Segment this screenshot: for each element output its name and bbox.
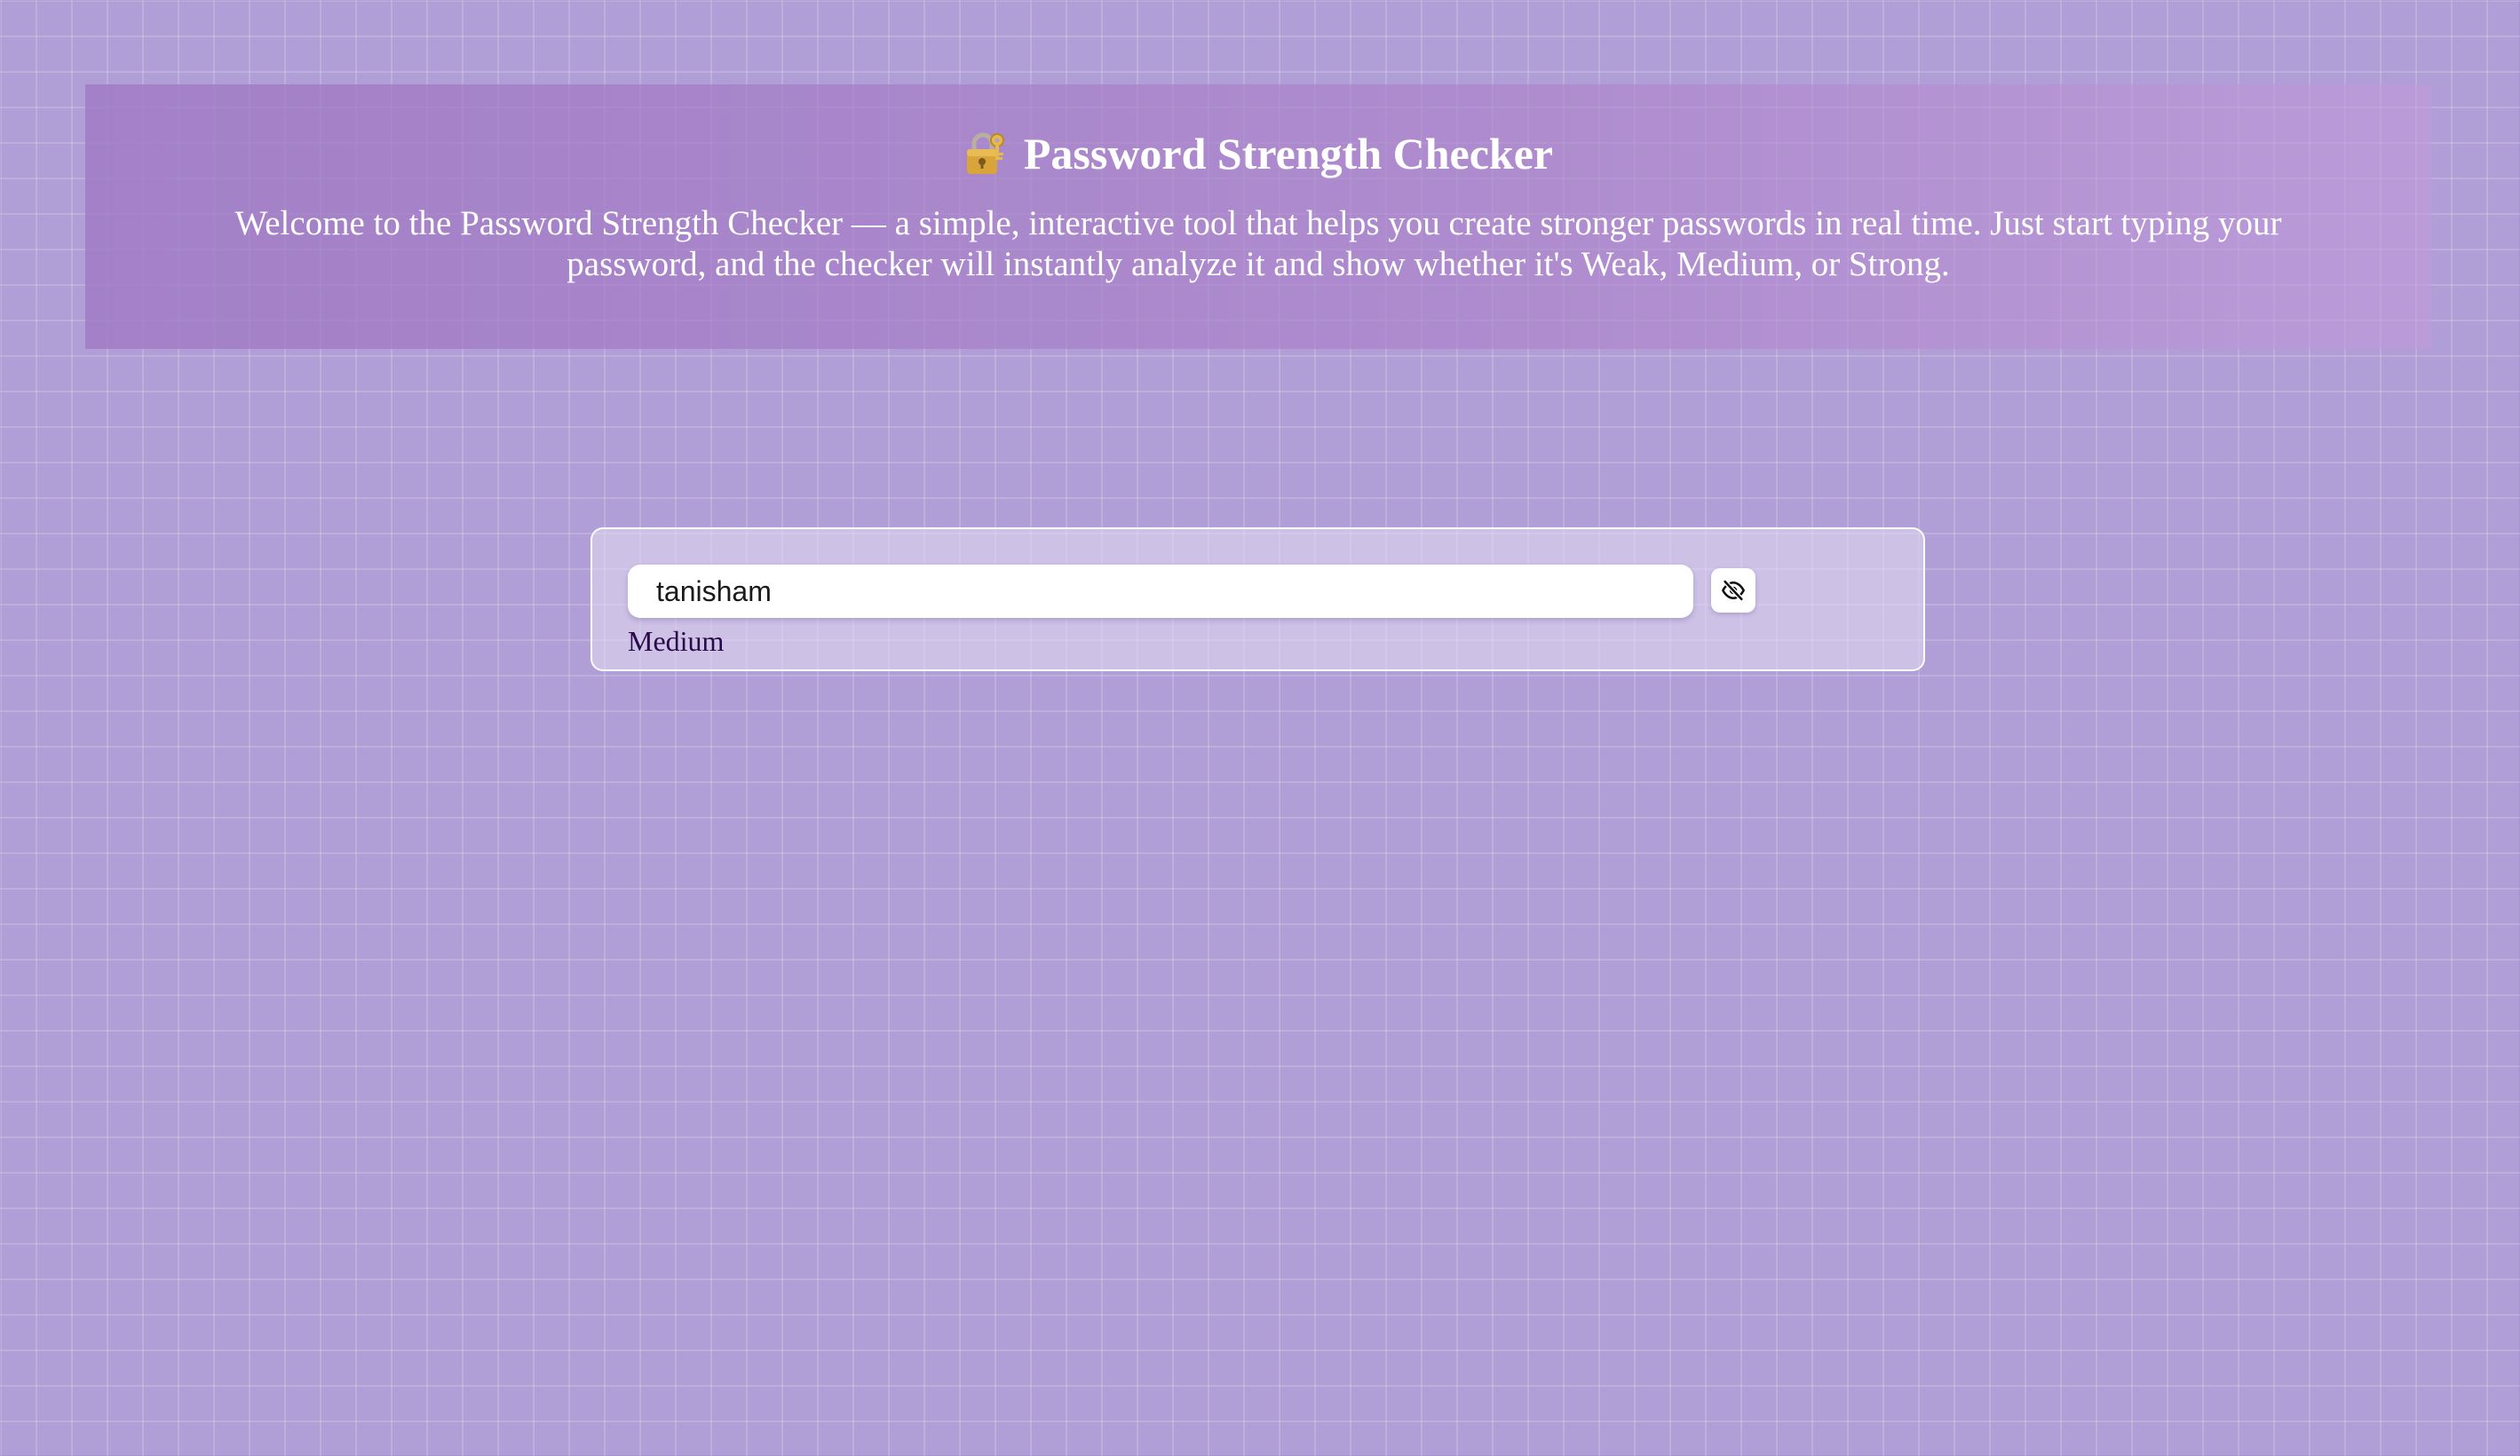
page-header: Password Strength Checker Welcome to the… — [85, 84, 2431, 349]
page-title: Password Strength Checker — [1023, 129, 1554, 178]
intro-text: Welcome to the Password Strength Checker… — [234, 204, 2282, 283]
locked-with-key-icon — [963, 130, 1006, 178]
eye-slash-icon — [1721, 578, 1746, 603]
title-row: Password Strength Checker — [85, 125, 2431, 182]
password-input[interactable] — [628, 565, 1693, 618]
toggle-visibility-button[interactable] — [1711, 568, 1755, 613]
strength-indicator: Medium — [628, 625, 725, 657]
password-checker-card: Medium — [590, 527, 1925, 671]
